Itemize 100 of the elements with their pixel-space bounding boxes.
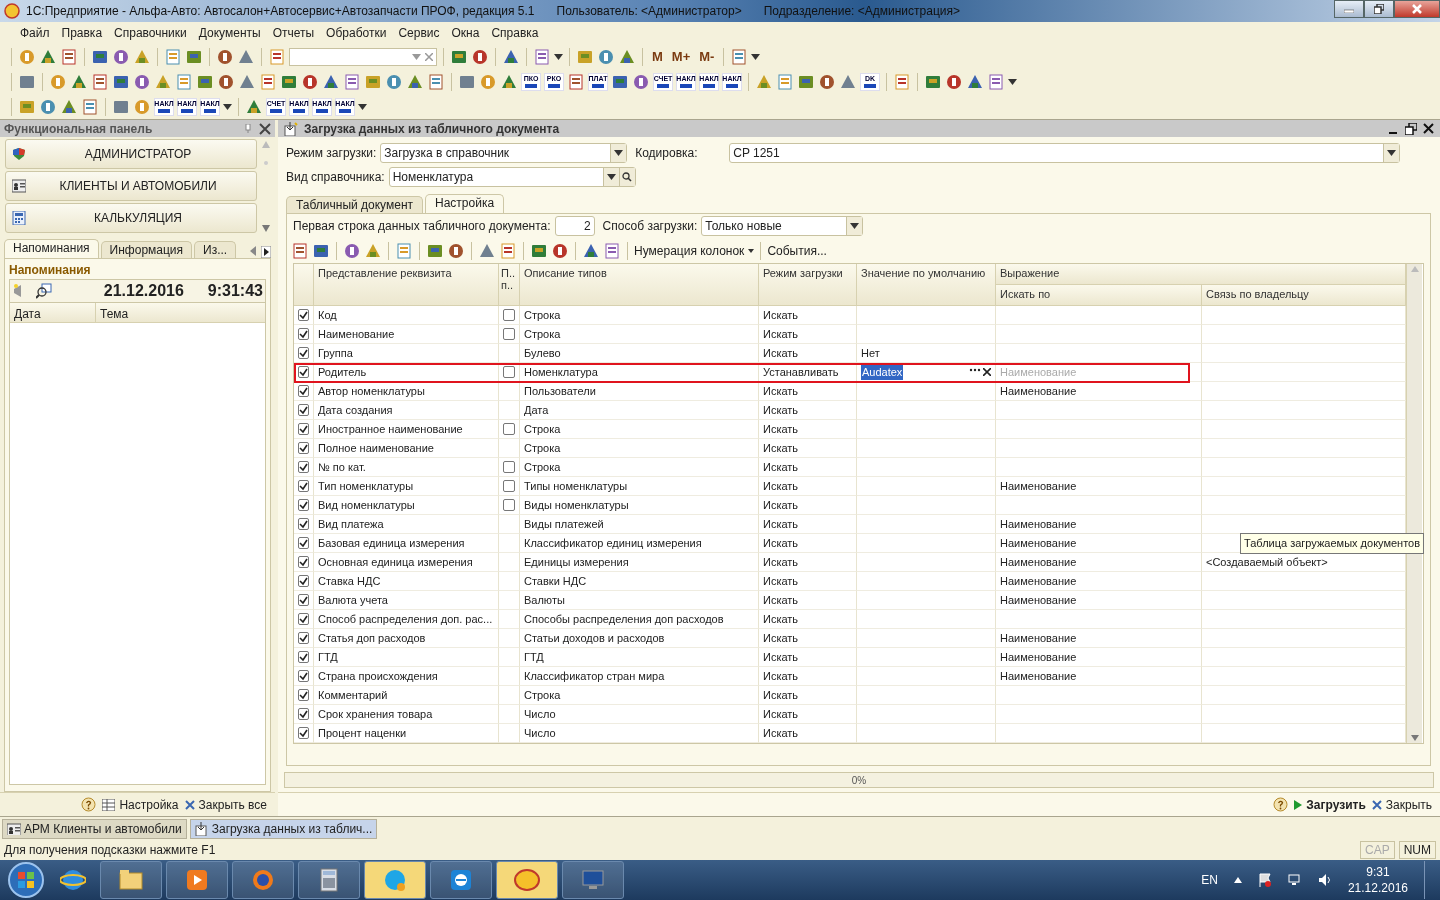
checkbox[interactable] [298,708,309,720]
toolbar-icon[interactable] [893,72,911,91]
checkbox[interactable] [298,670,309,682]
restore-icon[interactable] [1405,122,1417,135]
taskbar-button[interactable] [430,861,492,899]
network-icon[interactable] [1287,873,1302,887]
load-button[interactable]: Загрузить [1294,795,1366,814]
number-field[interactable]: 2 [554,216,595,236]
arrow-left-icon[interactable] [249,246,257,256]
checkbox[interactable] [298,385,309,397]
checkbox[interactable] [298,575,309,587]
toolbar-icon[interactable] [216,47,234,66]
clear-icon[interactable] [983,368,991,376]
events-button[interactable]: События... [767,241,827,260]
menu-item[interactable]: Обработки [320,24,393,42]
close-icon[interactable] [259,122,271,135]
scroll-down-icon[interactable] [1410,735,1419,741]
close-button[interactable]: Закрыть [1371,795,1432,814]
caret-icon[interactable] [606,174,616,180]
toolbar-icon[interactable] [268,47,286,66]
toolbar-icon[interactable] [301,72,319,91]
tab[interactable]: Информация [100,241,193,258]
tab[interactable]: Табличный документ [286,196,424,213]
checkbox[interactable] [298,651,309,663]
tab[interactable]: Из... [194,241,237,258]
checkbox[interactable] [298,309,309,321]
toolbar-icon[interactable] [39,97,57,116]
memory-button[interactable]: M+ [668,46,694,67]
section-button[interactable]: КЛИЕНТЫ И АВТОМОБИЛИ [5,171,257,201]
checkbox[interactable] [503,328,515,340]
caret-icon[interactable] [554,53,563,60]
caret-icon[interactable] [358,103,367,110]
memory-button[interactable]: M- [696,46,718,67]
checkbox[interactable] [298,423,309,435]
dropdown-field[interactable]: CP 1251 [729,143,1401,163]
toolbar-icon[interactable] [567,72,585,91]
checkbox[interactable] [298,632,309,644]
toolbar-icon[interactable] [632,72,650,91]
menu-item[interactable]: Правка [55,24,109,42]
checkbox[interactable] [503,309,515,321]
caret-icon[interactable] [850,223,860,229]
settings-button[interactable]: Настройка [102,795,179,814]
menu-item[interactable]: Окна [445,24,486,42]
checkbox[interactable] [298,727,309,739]
toolbar-icon[interactable] [533,47,551,66]
tab[interactable]: Напоминания [4,239,99,258]
checkbox[interactable] [298,461,309,473]
memory-button[interactable]: M [649,46,666,67]
checkbox[interactable] [298,613,309,625]
menu-item[interactable]: Сервис [392,24,446,42]
toolbar-icon[interactable] [291,241,309,260]
minimize-button[interactable] [1334,0,1364,18]
window-tab[interactable]: АРМ Клиенты и автомобили [2,818,187,839]
toolbar-icon[interactable] [730,47,749,66]
toolbar-icon[interactable] [471,47,489,66]
tab[interactable]: Настройка [425,194,505,213]
checkbox[interactable] [298,499,309,511]
checkbox[interactable] [298,366,309,378]
menu-item[interactable]: Справка [485,24,545,42]
toolbar-icon[interactable] [499,241,517,260]
taskbar-button[interactable] [298,861,360,899]
checkbox[interactable] [298,537,309,549]
search-icon[interactable] [36,283,52,299]
toolbar-icon[interactable] [343,241,361,260]
menu-item[interactable]: Справочники [108,24,193,42]
dropdown-field[interactable]: Только новые [701,216,864,236]
toolbar-icon[interactable] [551,241,569,260]
tray-arrow-icon[interactable] [1233,877,1242,883]
checkbox[interactable] [298,689,309,701]
taskbar-button[interactable] [166,861,228,899]
toolbar-icon[interactable] [133,72,151,91]
checkbox[interactable] [298,442,309,454]
toolbar-icon[interactable] [427,72,445,91]
checkbox[interactable] [298,480,309,492]
search-icon[interactable] [622,172,633,182]
menu-item[interactable]: Отчеты [266,24,321,42]
toolbar-icon[interactable] [259,72,277,91]
checkbox[interactable] [298,347,309,359]
checkbox[interactable] [298,404,309,416]
toolbar-icon[interactable] [81,97,99,116]
help-icon[interactable] [81,797,97,812]
checkbox[interactable] [503,499,515,511]
toolbar-icon[interactable] [343,72,361,91]
caret-icon[interactable] [614,150,624,156]
arrow-right-icon[interactable] [261,246,271,258]
taskbar-button[interactable] [100,861,162,899]
toolbar-icon[interactable] [385,72,403,91]
checkbox[interactable] [503,366,515,378]
toolbar-icon[interactable] [987,72,1005,91]
toolbar-icon[interactable] [112,47,130,66]
toolbar-icon[interactable] [945,72,963,91]
checkbox[interactable] [503,480,515,492]
checkbox[interactable] [298,594,309,606]
toolbar-icon[interactable] [818,72,836,91]
help-icon[interactable] [1273,797,1289,812]
toolbar-icon[interactable] [91,72,109,91]
language-indicator[interactable]: EN [1201,871,1218,889]
select-field[interactable]: Номенклатура [388,167,636,187]
checkbox[interactable] [503,423,515,435]
dropdown-field[interactable]: Загрузка в справочник [380,143,628,163]
